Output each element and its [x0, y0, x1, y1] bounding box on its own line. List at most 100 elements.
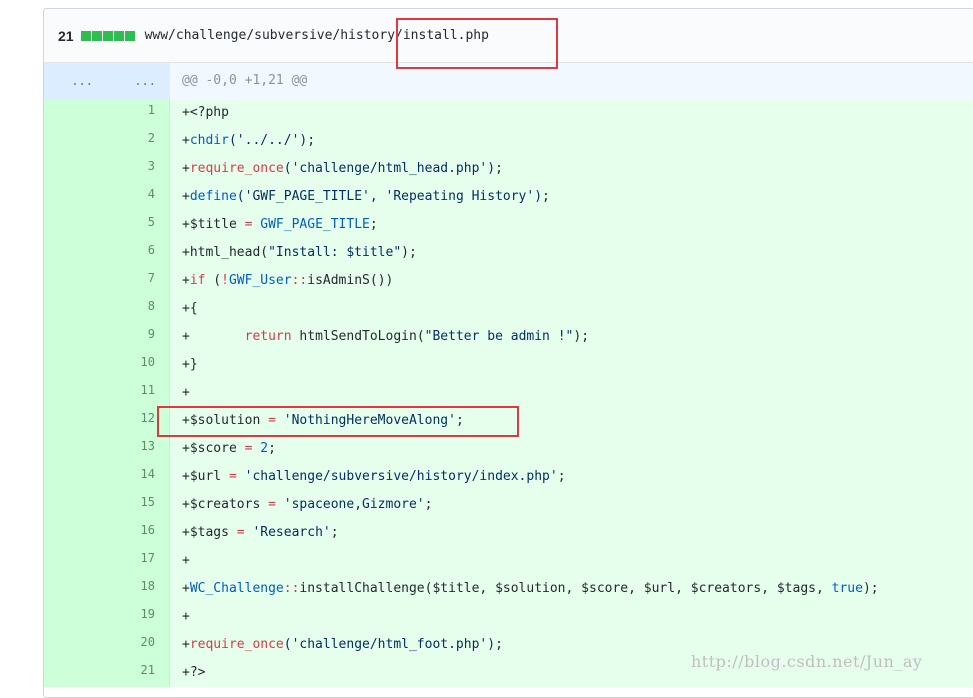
new-line-number[interactable]: 18 [107, 575, 170, 603]
code-line-row: 3 +require_once('challenge/html_head.php'… [44, 155, 973, 183]
code-line-row: 19 + [44, 603, 973, 631]
new-line-number[interactable]: 21 [107, 659, 170, 687]
old-line-number[interactable] [44, 155, 107, 183]
code-token: if [189, 273, 206, 288]
old-line-number[interactable] [44, 127, 107, 155]
code-token: ); [862, 581, 879, 596]
new-line-number[interactable]: 20 [107, 631, 170, 659]
code-token: "Better be admin !" [424, 329, 574, 344]
code-token: ! [221, 273, 229, 288]
code-token: +} [182, 357, 198, 372]
code-token: ; [495, 637, 503, 652]
new-line-number[interactable]: 5 [107, 211, 170, 239]
code-line-row: 11 + [44, 379, 973, 407]
new-line-number[interactable]: 11 [107, 379, 170, 407]
code-token: isAdminS()) [307, 273, 394, 288]
code-token: "Install: $title" [268, 245, 402, 260]
old-line-number[interactable] [44, 491, 107, 519]
new-line-number[interactable]: 1 [107, 99, 170, 127]
code-token: +$url [182, 469, 229, 484]
code-line-row: 6 +html_head("Install: $title"); [44, 239, 973, 267]
code-line-content: +if (!GWF_User::isAdminS()) [170, 267, 973, 295]
code-token: = [236, 525, 245, 540]
old-line-number[interactable] [44, 435, 107, 463]
new-line-number[interactable]: 17 [107, 547, 170, 575]
old-line-number[interactable] [44, 99, 107, 127]
new-line-number[interactable]: 4 [107, 183, 170, 211]
code-token: ; [424, 497, 433, 512]
code-line-content: +require_once('challenge/html_head.php')… [170, 155, 973, 183]
old-line-number[interactable] [44, 603, 107, 631]
code-token: + [182, 609, 190, 624]
old-line-number[interactable] [44, 351, 107, 379]
code-line-content: +<?php [170, 99, 973, 127]
code-token: ; [495, 161, 503, 176]
old-line-number[interactable] [44, 323, 107, 351]
new-line-number[interactable]: 8 [107, 295, 170, 323]
code-line-content: + [170, 379, 973, 407]
code-token: + [182, 637, 190, 652]
new-line-number[interactable]: 6 [107, 239, 170, 267]
old-line-number[interactable] [44, 547, 107, 575]
code-lines: 1 +<?php 2 +chdir('../../'); 3 +require_once(… [44, 99, 973, 687]
old-line-number[interactable] [44, 631, 107, 659]
old-line-number[interactable] [44, 463, 107, 491]
new-line-number[interactable]: 16 [107, 519, 170, 547]
code-token: +?> [182, 665, 206, 680]
code-line-row: 16 +$tags = 'Research'; [44, 519, 973, 547]
code-token: require_once [189, 161, 284, 176]
code-line-content: + [170, 547, 973, 575]
code-line-row: 5 +$title = GWF_PAGE_TITLE; [44, 211, 973, 239]
old-line-number[interactable] [44, 239, 107, 267]
old-line-number[interactable] [44, 379, 107, 407]
old-line-number[interactable] [44, 295, 107, 323]
old-line-number[interactable] [44, 575, 107, 603]
code-token: + [182, 581, 190, 596]
code-line-row: 2 +chdir('../../'); [44, 127, 973, 155]
code-token: + [182, 273, 190, 288]
code-token: installChallenge($title, $solution, $sco… [299, 581, 832, 596]
new-line-number[interactable]: 15 [107, 491, 170, 519]
code-token: = [228, 469, 237, 484]
code-line-row: 1 +<?php [44, 99, 973, 127]
code-token: :: [283, 581, 300, 596]
code-line-row: 13 +$score = 2; [44, 435, 973, 463]
new-line-number[interactable]: 3 [107, 155, 170, 183]
hunk-expand-old[interactable]: ... [44, 63, 107, 99]
new-line-number[interactable]: 10 [107, 351, 170, 379]
code-token: 'Research' [252, 525, 331, 540]
new-line-number[interactable]: 13 [107, 435, 170, 463]
diffstat-block [102, 30, 113, 41]
code-token: true [831, 581, 863, 596]
highlight-box-solution-line [157, 406, 519, 437]
code-line-content: +$title = GWF_PAGE_TITLE; [170, 211, 973, 239]
hunk-expand-new[interactable]: ... [107, 63, 170, 99]
code-line-content: +$tags = 'Research'; [170, 519, 973, 547]
new-line-number[interactable]: 14 [107, 463, 170, 491]
old-line-number[interactable] [44, 183, 107, 211]
code-token: 2 [260, 441, 269, 456]
diffstat-block [91, 30, 102, 41]
old-line-number[interactable] [44, 211, 107, 239]
code-token: htmlSendToLogin( [291, 329, 425, 344]
new-line-number[interactable]: 9 [107, 323, 170, 351]
new-line-number[interactable]: 2 [107, 127, 170, 155]
new-line-number[interactable]: 7 [107, 267, 170, 295]
old-line-number[interactable] [44, 659, 107, 687]
old-line-number[interactable] [44, 519, 107, 547]
code-token: +$title [182, 217, 245, 232]
new-line-number[interactable]: 19 [107, 603, 170, 631]
code-token: +$score [182, 441, 245, 456]
code-token: +$creators [182, 497, 269, 512]
code-line-content: +$creators = 'spaceone,Gizmore'; [170, 491, 973, 519]
code-line-content: +$url = 'challenge/subversive/history/in… [170, 463, 973, 491]
code-line-row: 8 +{ [44, 295, 973, 323]
code-token: +html_head( [182, 245, 269, 260]
code-line-row: 17 + [44, 547, 973, 575]
code-token: ('challenge/html_head.php') [283, 161, 496, 176]
old-line-number[interactable] [44, 267, 107, 295]
old-line-number[interactable] [44, 407, 107, 435]
code-token: = [268, 497, 276, 512]
